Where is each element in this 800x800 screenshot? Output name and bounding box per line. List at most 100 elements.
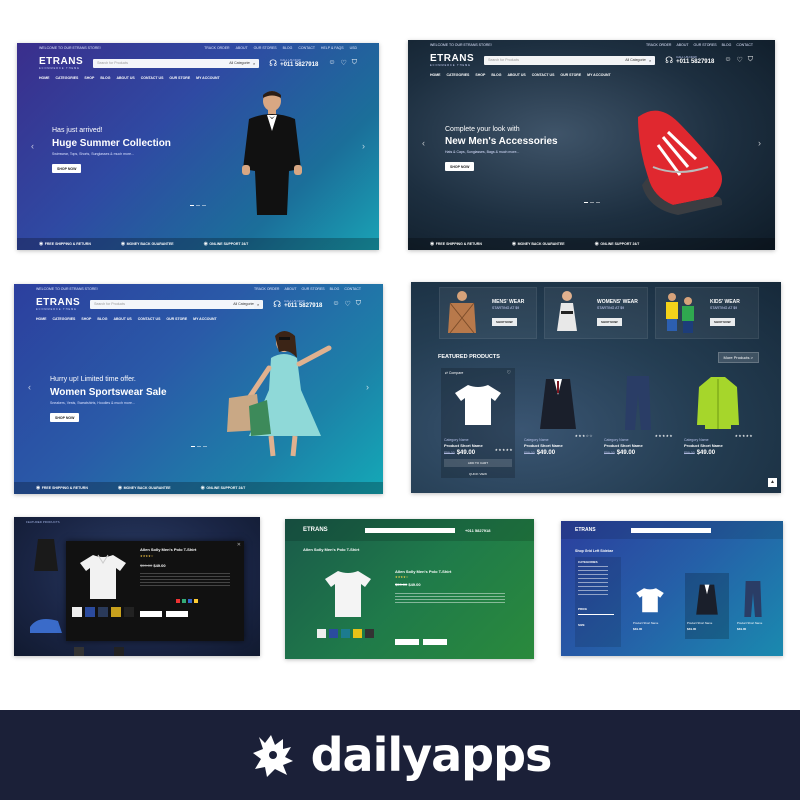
price-slider[interactable] (578, 614, 614, 615)
search-category-select[interactable]: All Categories (233, 302, 255, 306)
cart-icon[interactable]: ⛉ (748, 56, 753, 64)
top-link[interactable]: Our Stores (694, 43, 717, 47)
product-card[interactable]: Category Name Product Short Name $59.00 $49… (521, 368, 595, 478)
search-input[interactable]: Search for Products All Categories ⌕ (90, 299, 264, 309)
product-card[interactable]: Category Name Product Short Name $59.00 $49… (601, 368, 675, 478)
shop-now-button[interactable]: SHOP NOW (52, 164, 82, 173)
user-icon[interactable]: ☺ (332, 300, 339, 308)
slider-dots[interactable] (583, 202, 600, 203)
user-icon[interactable]: ☺ (724, 56, 731, 64)
compare-link[interactable]: ⇄ Compare (445, 371, 463, 375)
search-icon[interactable]: ⌕ (646, 55, 655, 65)
add-to-cart-button[interactable] (140, 611, 162, 617)
shop-now-button[interactable]: SHOP NOW (50, 413, 80, 422)
nav-about[interactable]: ABOUT US (113, 317, 131, 321)
search-category-select[interactable]: All Categories (625, 58, 647, 62)
cart-icon[interactable]: ⛉ (352, 59, 357, 67)
nav-home[interactable]: HOME (430, 73, 441, 77)
search-input[interactable] (365, 528, 455, 533)
product-name[interactable]: Product Short Name (604, 443, 672, 448)
top-link[interactable]: Our Stores (254, 46, 277, 50)
heart-icon[interactable]: ♡ (736, 56, 742, 64)
more-products-button[interactable]: More Products > (717, 352, 759, 363)
store-logo[interactable]: ETRANS ECOMMERCE THEME (430, 53, 474, 67)
top-link[interactable]: Track Order (254, 287, 279, 291)
store-logo[interactable]: ETRANS ECOMMERCE THEME (36, 297, 80, 311)
close-icon[interactable]: ✕ (237, 542, 241, 548)
top-link[interactable]: About (676, 43, 688, 47)
add-to-cart-button[interactable]: ADD TO CART (444, 459, 512, 467)
nav-blog[interactable]: BLOG (491, 73, 501, 77)
nav-account[interactable]: MY ACCOUNT (587, 73, 611, 77)
scroll-top-button[interactable]: ▲ (768, 478, 777, 487)
slider-prev-icon[interactable]: ‹ (31, 141, 34, 151)
slider-dots[interactable] (190, 205, 206, 206)
nav-categories[interactable]: CATEGORIES (56, 76, 79, 80)
top-link[interactable]: Contact (736, 43, 753, 47)
search-icon[interactable]: ⌕ (250, 58, 259, 68)
shop-now-button[interactable]: SHOP NOW (492, 317, 517, 326)
product-name[interactable]: Product Short Name (524, 443, 592, 448)
nav-contact[interactable]: CONTACT US (532, 73, 555, 77)
slider-prev-icon[interactable]: ‹ (28, 382, 31, 392)
heart-icon[interactable]: ♡ (344, 300, 350, 308)
top-link[interactable]: Track Order (204, 46, 229, 50)
add-to-wishlist-button[interactable] (423, 639, 447, 645)
product-card[interactable]: Category Name Product Short Name $59.00 $49… (681, 368, 755, 478)
shop-now-button[interactable]: SHOP NOW (597, 317, 622, 326)
cart-icon[interactable]: ⛉ (356, 300, 361, 308)
search-input[interactable]: Search for Products All Categories ⌕ (93, 58, 260, 68)
heart-icon[interactable]: ♡ (340, 59, 346, 67)
slider-prev-icon[interactable]: ‹ (422, 138, 425, 148)
nav-shop[interactable]: SHOP (84, 76, 94, 80)
store-logo[interactable]: ETRANS ECOMMERCE THEME (39, 56, 83, 70)
nav-store[interactable]: OUR STORE (169, 76, 190, 80)
top-link[interactable]: Blog (283, 46, 293, 50)
product-name[interactable]: Product Short Name (737, 621, 762, 625)
add-to-cart-button[interactable] (395, 639, 419, 645)
slider-dots[interactable] (190, 446, 207, 447)
product-name[interactable]: Product Short Name (633, 621, 658, 625)
slider-next-icon[interactable]: › (366, 382, 369, 392)
top-link[interactable]: Help & FAQs (321, 46, 344, 50)
nav-home[interactable]: HOME (36, 317, 47, 321)
search-icon[interactable]: ⌕ (254, 299, 263, 309)
search-category-select[interactable]: All Categories (229, 61, 251, 65)
thumbnail-row[interactable] (72, 607, 134, 617)
nav-account[interactable]: MY ACCOUNT (196, 76, 220, 80)
nav-blog[interactable]: BLOG (100, 76, 110, 80)
shop-now-button[interactable]: SHOP NOW (710, 317, 735, 326)
thumbnail-row[interactable] (317, 629, 374, 638)
store-logo[interactable]: ETRANS (575, 527, 596, 533)
top-link[interactable]: About (284, 287, 296, 291)
search-input[interactable] (631, 528, 711, 533)
top-link[interactable]: Contact (344, 287, 361, 291)
nav-categories[interactable]: CATEGORIES (447, 73, 470, 77)
top-link[interactable]: Track Order (646, 43, 671, 47)
category-list[interactable] (578, 566, 608, 596)
product-name[interactable]: Product Short Name (684, 443, 752, 448)
nav-home[interactable]: HOME (39, 76, 50, 80)
nav-shop[interactable]: SHOP (81, 317, 91, 321)
search-input[interactable]: Search for Products All Categories ⌕ (484, 55, 656, 65)
nav-about[interactable]: ABOUT US (116, 76, 134, 80)
slider-next-icon[interactable]: › (758, 138, 761, 148)
top-link[interactable]: Blog (330, 287, 340, 291)
nav-about[interactable]: ABOUT US (507, 73, 525, 77)
shop-now-button[interactable]: SHOP NOW (445, 162, 475, 171)
currency-select[interactable]: USD (350, 46, 357, 50)
top-link[interactable]: Contact (298, 46, 315, 50)
nav-contact[interactable]: CONTACT US (141, 76, 164, 80)
category-card-mens[interactable]: MENS' WEAR STARTING AT $9 SHOP NOW (439, 287, 537, 339)
product-name[interactable]: Product Short Name (687, 621, 712, 625)
nav-categories[interactable]: CATEGORIES (53, 317, 76, 321)
nav-shop[interactable]: SHOP (475, 73, 485, 77)
product-card[interactable]: ⇄ Compare ♡ Category Name Product Short … (441, 368, 515, 478)
user-icon[interactable]: ☺ (328, 59, 335, 67)
nav-store[interactable]: OUR STORE (166, 317, 187, 321)
top-link[interactable]: Blog (722, 43, 732, 47)
heart-icon[interactable]: ♡ (507, 370, 511, 376)
category-card-womens[interactable]: WOMENS' WEAR STARTING AT $9 SHOP NOW (544, 287, 648, 339)
nav-account[interactable]: MY ACCOUNT (193, 317, 217, 321)
nav-contact[interactable]: CONTACT US (138, 317, 161, 321)
